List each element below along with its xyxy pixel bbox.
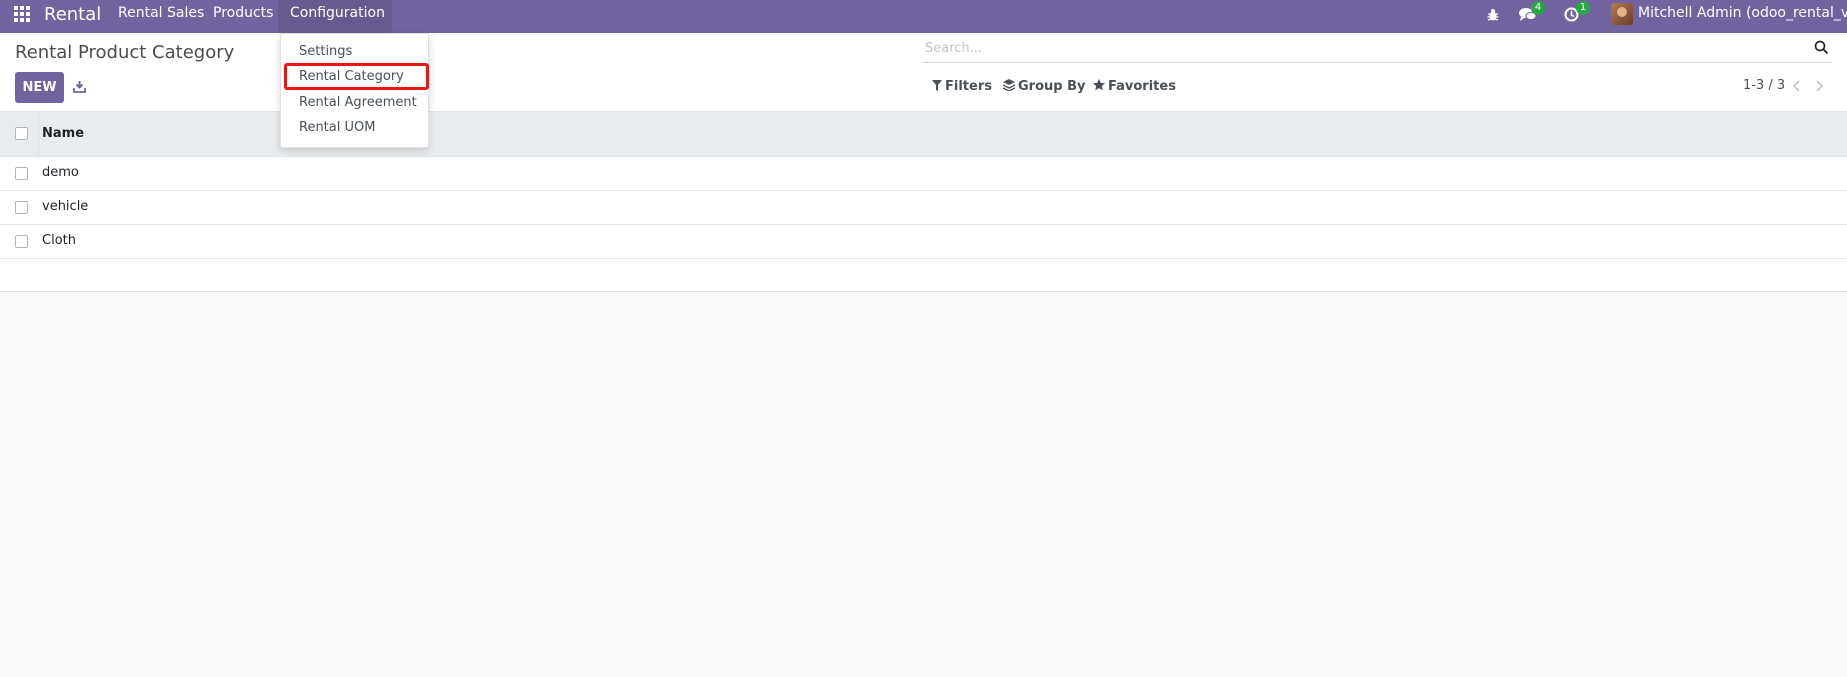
pager-prev-icon[interactable] — [1792, 77, 1804, 92]
apps-grid-icon[interactable] — [14, 6, 30, 22]
bug-icon[interactable] — [1486, 7, 1504, 23]
column-header-name[interactable]: Name — [42, 126, 84, 141]
layers-icon — [1002, 79, 1016, 92]
pager-value[interactable]: 1-3 / 3 — [1743, 78, 1785, 93]
favorites-label: Favorites — [1108, 79, 1176, 94]
download-icon[interactable] — [73, 78, 87, 93]
table-row[interactable]: Cloth — [0, 225, 1847, 259]
row-name: Cloth — [42, 233, 76, 248]
row-checkbox[interactable] — [15, 235, 28, 248]
search-icon[interactable] — [1814, 40, 1830, 56]
list-view: Name demo vehicle Cloth — [0, 112, 1847, 292]
dropdown-item-rental-uom[interactable]: Rental UOM — [299, 120, 375, 135]
filter-icon — [932, 80, 942, 91]
row-checkbox[interactable] — [15, 167, 28, 180]
search-input[interactable] — [923, 34, 1797, 62]
search-bar — [923, 34, 1832, 63]
table-row[interactable]: vehicle — [0, 191, 1847, 225]
list-header: Name — [0, 112, 1847, 157]
dropdown-item-settings[interactable]: Settings — [299, 44, 352, 59]
page-title: Rental Product Category — [15, 42, 235, 63]
menu-rental-sales[interactable]: Rental Sales — [106, 0, 216, 33]
row-name: demo — [42, 165, 79, 180]
table-row[interactable]: demo — [0, 157, 1847, 191]
group-by-button[interactable]: Group By — [1002, 79, 1086, 94]
configuration-dropdown: Settings Rental Category Rental Agreemen… — [280, 33, 429, 148]
empty-row — [0, 259, 1847, 292]
row-name: vehicle — [42, 199, 89, 214]
activities-badge: 1 — [1576, 1, 1590, 15]
select-all-checkbox[interactable] — [15, 127, 28, 140]
messages-icon[interactable]: 4 — [1519, 1, 1545, 23]
new-button[interactable]: NEW — [15, 72, 64, 103]
pager-next-icon[interactable] — [1814, 77, 1826, 92]
menu-products[interactable]: Products — [201, 0, 285, 33]
avatar[interactable] — [1611, 3, 1633, 25]
dropdown-item-rental-agreement[interactable]: Rental Agreement — [299, 95, 417, 110]
column-divider — [38, 112, 39, 156]
favorites-button[interactable]: Favorites — [1093, 79, 1176, 94]
filters-label: Filters — [945, 79, 992, 94]
dropdown-item-rental-category[interactable]: Rental Category — [299, 69, 404, 84]
control-panel: Rental Product Category NEW Filters Grou… — [0, 33, 1847, 112]
messages-badge: 4 — [1531, 1, 1545, 15]
row-checkbox[interactable] — [15, 201, 28, 214]
app-brand[interactable]: Rental — [44, 4, 101, 25]
user-menu[interactable]: Mitchell Admin (odoo_rental_v16) — [1638, 0, 1847, 27]
filters-button[interactable]: Filters — [932, 79, 992, 94]
star-icon — [1093, 79, 1105, 91]
group-by-label: Group By — [1018, 79, 1086, 94]
activity-clock-icon[interactable]: 1 — [1564, 1, 1590, 23]
menu-configuration[interactable]: Configuration — [278, 0, 392, 33]
top-navbar: Rental Rental Sales Products Configurati… — [0, 0, 1847, 33]
